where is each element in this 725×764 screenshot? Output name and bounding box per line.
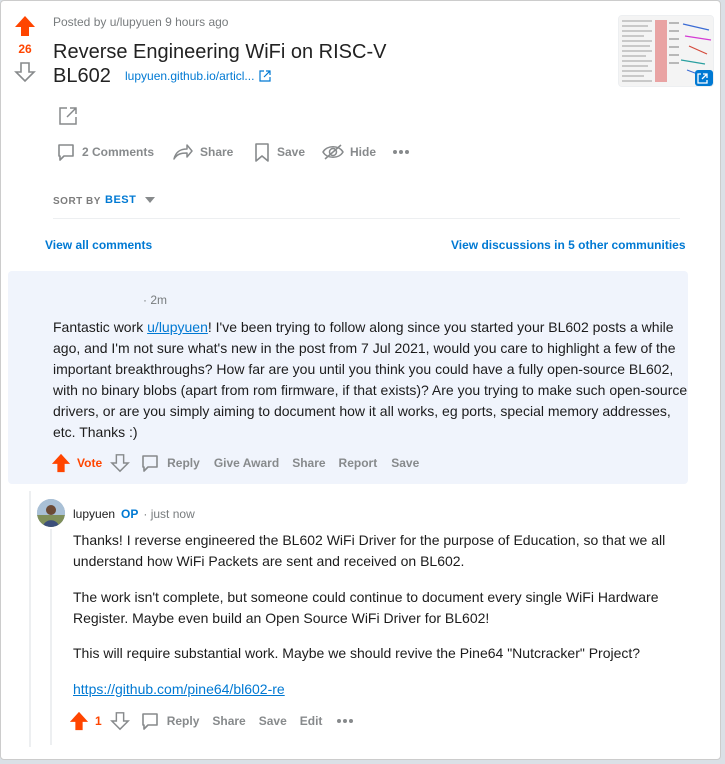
upvote-arrow-icon[interactable] xyxy=(51,453,71,473)
post-thumbnail[interactable] xyxy=(618,15,714,87)
save-button[interactable]: Save xyxy=(253,142,305,162)
open-external-icon[interactable] xyxy=(58,106,78,126)
hide-eye-icon xyxy=(322,142,344,162)
more-options-icon[interactable] xyxy=(392,149,410,155)
comment2-p1: Thanks! I reverse engineered the BL602 W… xyxy=(73,532,666,569)
save-button[interactable]: Save xyxy=(259,714,287,728)
author-name[interactable]: lupyuen xyxy=(73,507,115,521)
avatar[interactable] xyxy=(37,499,65,527)
reply-comment-icon[interactable] xyxy=(140,711,160,731)
hide-label: Hide xyxy=(350,145,377,159)
comment2-time: · just now xyxy=(143,507,195,521)
comment2-p2: The work isn't complete, but someone cou… xyxy=(73,589,659,626)
comment1-text-post: ! I've been trying to follow along since… xyxy=(53,319,688,440)
downvote-arrow-icon[interactable] xyxy=(110,453,131,473)
comments-label: 2 Comments xyxy=(82,145,155,159)
save-button[interactable]: Save xyxy=(391,456,419,470)
caret-down-icon xyxy=(145,197,156,203)
share-button[interactable]: Share xyxy=(172,142,233,162)
posted-by[interactable]: Posted by u/lupyuen 9 hours ago xyxy=(53,15,228,29)
comment2-vote-count: 1 xyxy=(95,714,102,728)
vote-label: Vote xyxy=(77,456,103,470)
comment2-p3: This will require substantial work. Mayb… xyxy=(73,645,641,661)
comments-button[interactable]: 2 Comments xyxy=(56,142,154,162)
share-label: Share xyxy=(200,145,234,159)
external-link-icon xyxy=(259,70,272,82)
share-button[interactable]: Share xyxy=(212,714,245,728)
bookmark-icon xyxy=(253,142,271,162)
divider xyxy=(53,218,680,219)
comment1-time: · 2m xyxy=(143,293,167,307)
reply-button[interactable]: Reply xyxy=(167,456,200,470)
post-vote-count: 26 xyxy=(18,42,32,56)
downvote-arrow-icon[interactable] xyxy=(109,711,130,731)
more-options-icon[interactable] xyxy=(336,718,354,724)
domain-text[interactable]: lupyuen.github.io/articl... xyxy=(125,69,254,83)
reply-comment-icon[interactable] xyxy=(140,453,160,473)
comment1-body: Fantastic work u/lupyuen! I've been tryi… xyxy=(53,317,693,443)
post-domain-link[interactable]: lupyuen.github.io/articl... xyxy=(125,69,272,83)
post-card: 26 Posted by u/lupyuen 9 hours ago Rever… xyxy=(0,0,721,760)
report-button[interactable]: Report xyxy=(339,456,378,470)
github-link[interactable]: https://github.com/pine64/bl602-re xyxy=(73,681,285,697)
share-icon xyxy=(172,142,194,162)
share-button[interactable]: Share xyxy=(292,456,325,470)
upvote-arrow-icon[interactable] xyxy=(69,711,89,731)
upvote-arrow-icon[interactable] xyxy=(14,15,36,37)
mention-link[interactable]: u/lupyuen xyxy=(147,319,208,335)
sort-dropdown[interactable]: BEST xyxy=(105,194,156,206)
sort-by-label: SORT BY xyxy=(53,196,101,207)
comment1-actions: Vote Reply Give Award Share Report Save xyxy=(51,453,419,473)
comment2-link-wrap: https://github.com/pine64/bl602-re xyxy=(73,679,285,700)
downvote-arrow-icon[interactable] xyxy=(14,61,36,83)
comment-icon xyxy=(56,142,76,162)
comment2-header: lupyuen OP · just now xyxy=(73,507,195,521)
sort-value: BEST xyxy=(105,194,137,206)
thread-line-reply[interactable] xyxy=(50,529,52,745)
thread-line[interactable] xyxy=(29,491,31,747)
reply-button[interactable]: Reply xyxy=(167,714,200,728)
op-badge: OP xyxy=(121,507,139,521)
comment2-actions: 1 Reply Share Save Edit xyxy=(69,711,354,731)
give-award-button[interactable]: Give Award xyxy=(214,456,279,470)
post-title-line2[interactable]: BL602 xyxy=(53,63,111,89)
post-title-line1[interactable]: Reverse Engineering WiFi on RISC-V xyxy=(53,39,386,65)
edit-button[interactable]: Edit xyxy=(300,714,323,728)
view-all-comments-link[interactable]: View all comments xyxy=(45,238,152,252)
comment1-text-pre: Fantastic work xyxy=(53,319,148,335)
hide-button[interactable]: Hide xyxy=(322,142,376,162)
save-label: Save xyxy=(277,145,306,159)
view-discussions-link[interactable]: View discussions in 5 other communities xyxy=(451,238,686,252)
